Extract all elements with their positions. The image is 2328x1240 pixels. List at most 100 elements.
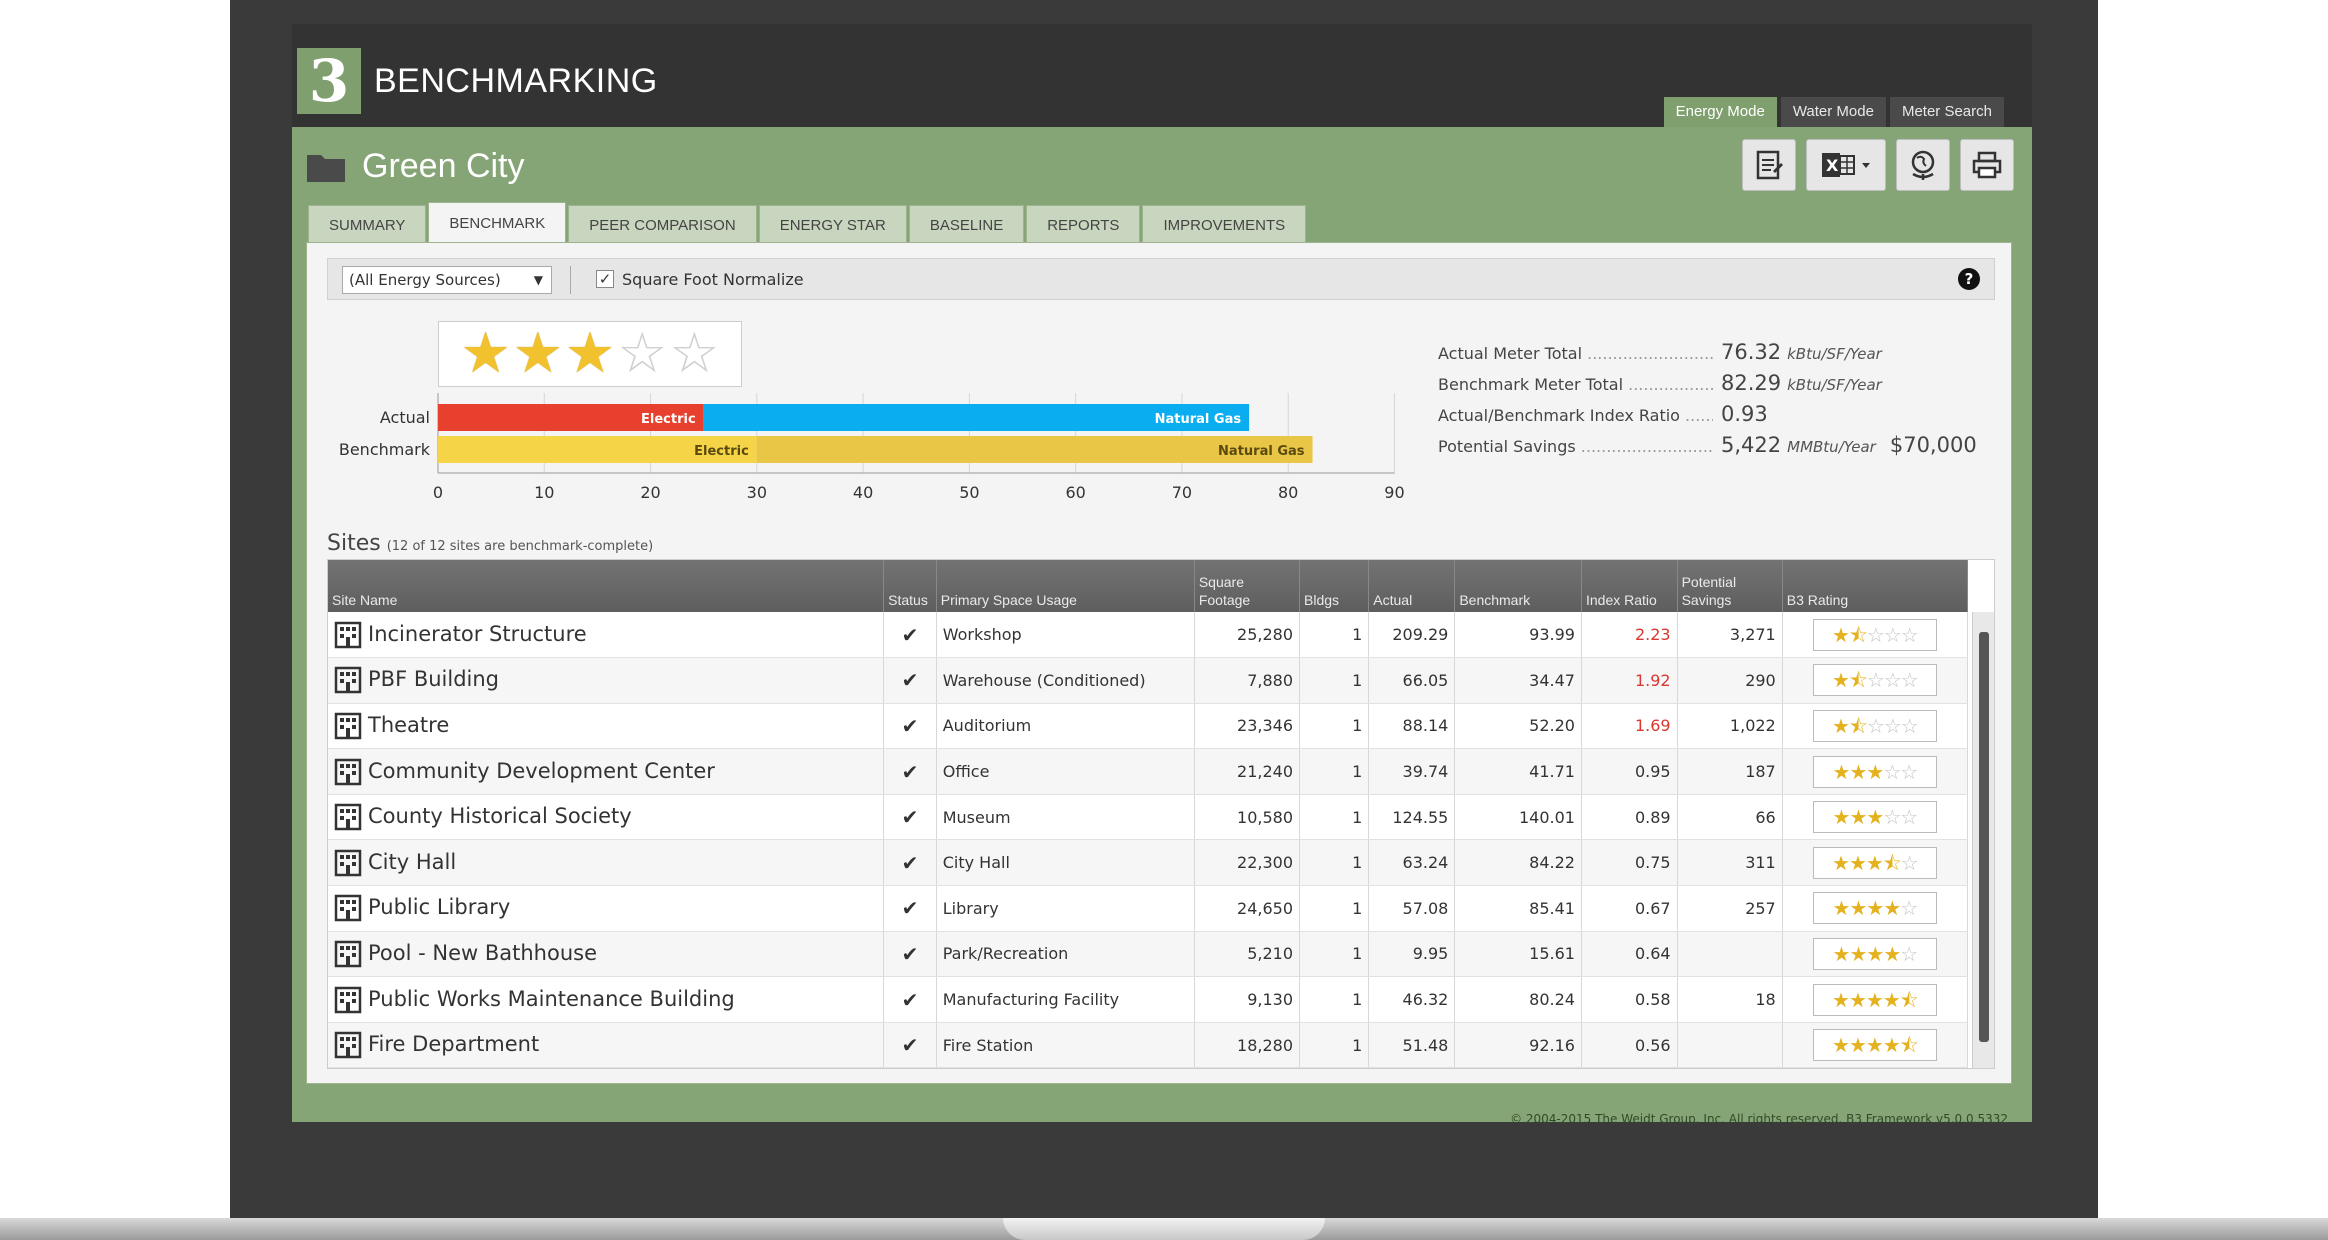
portfolio-star-rating: ★ ★ ★ ☆ ☆	[438, 321, 742, 387]
index-ratio: 1.69	[1581, 703, 1678, 750]
summary-value: 82.29	[1721, 371, 1782, 395]
site-name[interactable]: Pool - New Bathhouse	[368, 941, 597, 965]
star-half-icon: ⯪	[1899, 987, 1919, 1012]
tab-energy-star[interactable]: ENERGY STAR	[758, 205, 907, 242]
x-tick-label: 70	[1172, 483, 1192, 502]
filter-bar: (All Energy Sources) ▼ ✓ Square Foot Nor…	[327, 258, 1995, 300]
tab-improvements[interactable]: IMPROVEMENTS	[1142, 205, 1307, 242]
star-filled-icon: ★	[512, 321, 563, 386]
print-icon[interactable]	[1960, 139, 2014, 191]
star-filled-icon: ★	[1848, 987, 1867, 1012]
excel-export-icon[interactable]: X	[1806, 139, 1886, 191]
actual-value: 63.24	[1368, 839, 1456, 887]
col-benchmark[interactable]: Benchmark	[1454, 560, 1582, 612]
primary-space-usage: Office	[936, 748, 1195, 795]
status-check-icon: ✔	[883, 885, 937, 932]
table-row[interactable]: PBF Building ✔ Warehouse (Conditioned) 7,88…	[328, 657, 1969, 704]
col-index-ratio[interactable]: Index Ratio	[1581, 560, 1678, 612]
toolbar: X	[1742, 139, 2014, 191]
x-tick-label: 20	[640, 483, 660, 502]
col-bldgs[interactable]: Bldgs	[1299, 560, 1370, 612]
star-half-icon: ⯪	[1848, 622, 1868, 647]
b3-rating-cell: ★★★☆☆	[1782, 794, 1969, 841]
tab-benchmark[interactable]: BENCHMARK	[428, 202, 567, 242]
col-square-footage[interactable]: Square Footage	[1194, 560, 1301, 612]
table-scrollbar[interactable]	[1972, 612, 1994, 1068]
app-title: BENCHMARKING	[374, 62, 658, 100]
building-icon	[334, 986, 362, 1013]
bldgs-count: 1	[1299, 931, 1370, 978]
site-name[interactable]: Community Development Center	[368, 759, 715, 783]
tab-peer-comparison[interactable]: PEER COMPARISON	[568, 205, 757, 242]
star-filled-icon: ★	[1866, 941, 1884, 966]
col-b3-rating[interactable]: B3 Rating	[1782, 560, 1969, 612]
b3-rating-cell: ★⯪☆☆☆	[1782, 703, 1969, 750]
site-name[interactable]: Public Library	[368, 895, 510, 919]
report-icon[interactable]	[1742, 139, 1796, 191]
star-empty-icon: ☆	[1900, 941, 1918, 966]
square-footage: 9,130	[1194, 976, 1301, 1023]
sites-table-container: Site Name Status Primary Space Usage Square…	[327, 559, 1995, 1069]
table-row[interactable]: City Hall ✔ City Hall 22,300 1 63.24 84.22 0.75…	[328, 839, 1969, 887]
site-name[interactable]: County Historical Society	[368, 804, 632, 828]
table-row[interactable]: Community Development Center ✔ Office 21,24…	[328, 748, 1969, 795]
table-row[interactable]: Public Library ✔ Library 24,650 1 57.08 85.41 0…	[328, 885, 1969, 932]
col-status[interactable]: Status	[883, 560, 937, 612]
col-site-name[interactable]: Site Name	[328, 560, 885, 612]
star-empty-icon: ☆	[1883, 713, 1902, 738]
index-ratio: 0.56	[1581, 1022, 1678, 1068]
table-row[interactable]: County Historical Society ✔ Museum 10,580 1 1…	[328, 794, 1969, 841]
col-primary-space-usage[interactable]: Primary Space Usage	[936, 560, 1195, 612]
star-half-icon: ⯪	[1882, 850, 1902, 875]
energy-mode-button[interactable]: Energy Mode	[1663, 97, 1777, 127]
sites-heading: Sites (12 of 12 sites are benchmark-compl…	[327, 531, 653, 556]
square-footage: 25,280	[1194, 612, 1301, 659]
col-actual[interactable]: Actual	[1368, 560, 1456, 612]
scrollbar-thumb[interactable]	[1979, 632, 1989, 1042]
site-star-rating: ★★★★⯪	[1812, 983, 1937, 1016]
primary-space-usage: Museum	[936, 794, 1195, 841]
help-icon[interactable]: ?	[1958, 268, 1980, 290]
tab-baseline[interactable]: BASELINE	[908, 205, 1025, 242]
building-icon	[334, 712, 362, 740]
table-row[interactable]: Public Works Maintenance Building ✔ Manufa…	[328, 976, 1969, 1023]
site-name[interactable]: Theatre	[368, 713, 449, 737]
table-header: Site Name Status Primary Space Usage Square…	[328, 560, 1969, 612]
normalize-checkbox[interactable]: ✓	[596, 270, 614, 288]
site-name[interactable]: City Hall	[368, 850, 456, 874]
site-name[interactable]: PBF Building	[368, 667, 499, 691]
benchmark-value: 80.24	[1454, 976, 1582, 1023]
index-ratio: 0.95	[1581, 748, 1678, 795]
meter-search-button[interactable]: Meter Search	[1889, 97, 2004, 127]
b3-rating-cell: ★★★★☆	[1782, 931, 1969, 978]
table-row[interactable]: Incinerator Structure ✔ Workshop 25,280 1 209…	[328, 612, 1969, 659]
site-name[interactable]: Fire Department	[368, 1032, 539, 1056]
site-star-rating: ★⯪☆☆☆	[1812, 709, 1937, 742]
status-check-icon: ✔	[883, 703, 937, 750]
tab-summary[interactable]: SUMMARY	[308, 205, 427, 242]
summary-label: Actual/Benchmark Index Ratio	[1438, 406, 1713, 425]
bldgs-count: 1	[1299, 839, 1370, 887]
water-mode-button[interactable]: Water Mode	[1780, 97, 1886, 127]
star-filled-icon: ★	[1832, 896, 1851, 921]
table-row[interactable]: Theatre ✔ Auditorium 23,346 1 88.14 52.20 1.69 1…	[328, 703, 1969, 750]
energy-source-select[interactable]: (All Energy Sources) ▼	[342, 266, 552, 294]
site-name-cell: Fire Department	[328, 1022, 885, 1068]
main-area: Green City X SUMMARY BENCHMARK PEER COMP…	[292, 127, 2032, 1126]
site-name[interactable]: Public Works Maintenance Building	[368, 987, 735, 1011]
star-empty-icon: ☆	[1900, 622, 1919, 647]
table-row[interactable]: Pool - New Bathhouse ✔ Park/Recreation 5,21…	[328, 931, 1969, 978]
globe-icon[interactable]	[1896, 139, 1950, 191]
star-filled-icon: ★	[1832, 850, 1850, 875]
star-filled-icon: ★	[1849, 805, 1867, 830]
tab-reports[interactable]: REPORTS	[1026, 205, 1141, 242]
summary-row: Potential Savings 5,422 MMBtu/Year $70,000	[1438, 433, 1998, 464]
col-potential-savings[interactable]: Potential Savings	[1677, 560, 1783, 612]
site-name[interactable]: Incinerator Structure	[368, 622, 587, 646]
x-tick-label: 40	[853, 483, 873, 502]
site-star-rating: ★★★☆☆	[1812, 801, 1937, 834]
table-row[interactable]: Fire Department ✔ Fire Station 18,280 1 51.48…	[328, 1022, 1969, 1068]
potential-savings: 311	[1677, 839, 1783, 887]
star-filled-icon: ★	[1866, 759, 1884, 784]
star-filled-icon: ★	[1849, 941, 1867, 966]
